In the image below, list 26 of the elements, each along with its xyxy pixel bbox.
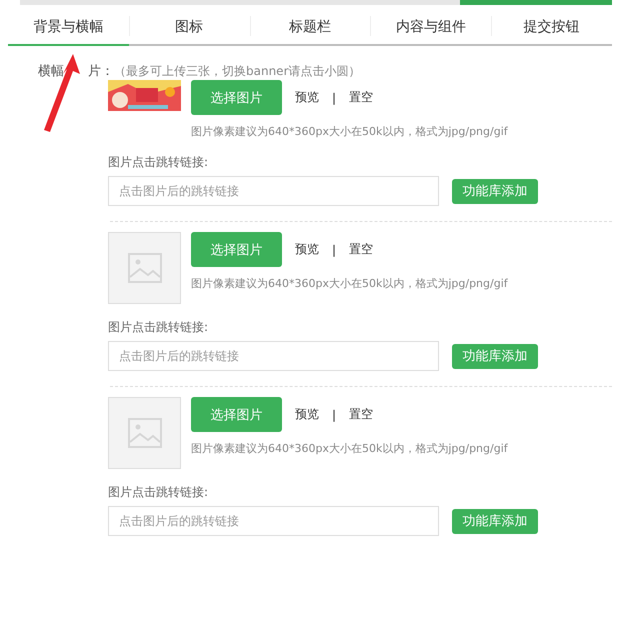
separator: |	[332, 90, 336, 104]
hint-text: 图片像素建议为640*360px大小在50k以内，格式为jpg/png/gif	[191, 276, 508, 291]
input-field[interactable]: 点击图片后的跳转链接	[108, 176, 440, 206]
section-label: 横幅	[38, 63, 64, 80]
preview-link[interactable]: 预览	[295, 406, 319, 423]
section-label: 片：	[88, 63, 114, 80]
clear-link[interactable]: 置空	[349, 241, 374, 258]
hint-text: 图片像素建议为640*360px大小在50k以内，格式为jpg/png/gif	[191, 124, 508, 139]
tab[interactable]: 背景与横幅	[8, 10, 129, 46]
section-note: （最多可上传三张，切换banner请点击小圆）	[114, 62, 360, 80]
hint-text: 图片像素建议为640*360px大小在50k以内，格式为jpg/png/gif	[191, 441, 508, 456]
tab[interactable]: 内容与组件	[370, 10, 492, 46]
tab[interactable]: 提交按钮	[491, 10, 612, 46]
clear-link[interactable]: 置空	[349, 89, 374, 106]
separator: |	[332, 242, 336, 256]
input-field[interactable]: 点击图片后的跳转链接	[108, 341, 440, 371]
field-label: 图片点击跳转链接:	[108, 484, 210, 501]
field-label: 图片点击跳转链接:	[108, 319, 210, 336]
preview-link[interactable]: 预览	[295, 241, 319, 258]
clear-link[interactable]: 置空	[349, 406, 374, 423]
tab[interactable]: 标题栏	[250, 10, 370, 46]
preview-link[interactable]: 预览	[295, 89, 319, 106]
separator: |	[332, 408, 336, 422]
input-field[interactable]: 点击图片后的跳转链接	[108, 506, 440, 536]
field-label: 图片点击跳转链接:	[108, 154, 210, 171]
tab[interactable]: 图标	[128, 10, 250, 46]
